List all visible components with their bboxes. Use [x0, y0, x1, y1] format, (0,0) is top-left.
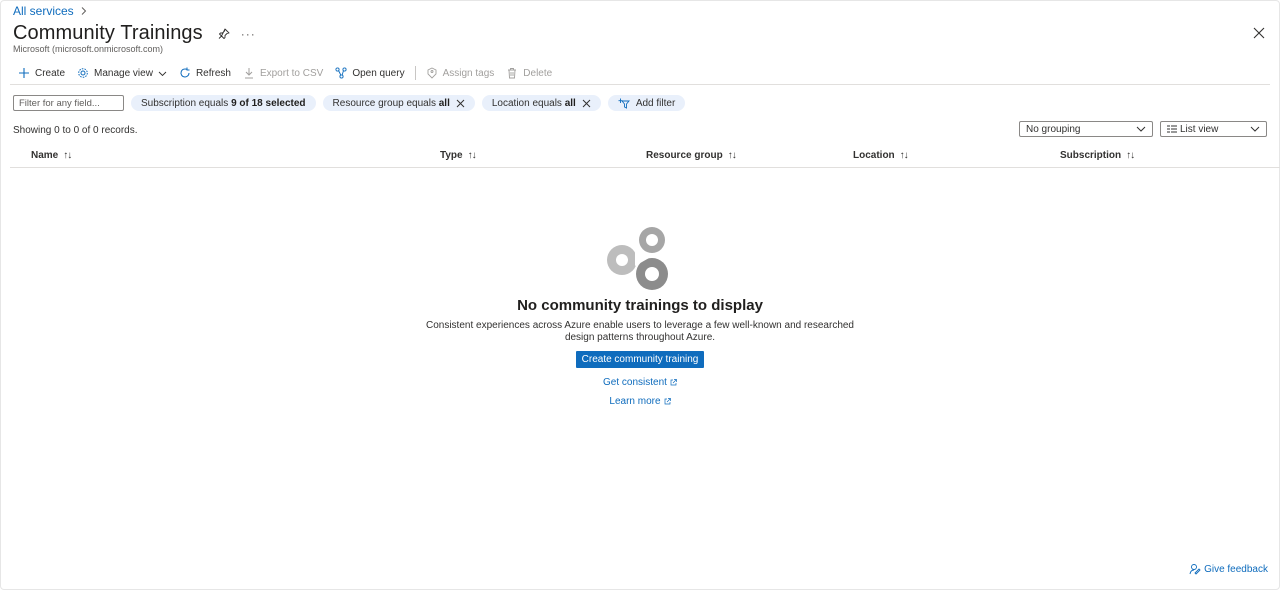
list-view-icon: [1167, 125, 1177, 133]
sort-icon: ↑↓: [467, 150, 477, 161]
grouping-value: No grouping: [1026, 123, 1081, 135]
community-training-icon: [607, 227, 668, 290]
location-filter-text: Location equals all: [491, 97, 576, 109]
remove-filter-icon[interactable]: [582, 99, 591, 108]
location-filter-pill[interactable]: Location equals all: [481, 95, 601, 111]
toolbar-divider: [414, 66, 416, 80]
create-community-training-button[interactable]: Create community training: [575, 351, 705, 368]
command-bar: Create Manage view Refresh Export to CSV…: [12, 62, 558, 84]
sort-icon: ↑↓: [1126, 150, 1135, 161]
query-icon: [335, 67, 347, 79]
chevron-down-icon: [1136, 126, 1146, 132]
delete-label: Delete: [523, 67, 553, 79]
refresh-button[interactable]: Refresh: [173, 62, 237, 84]
create-label: Create: [35, 67, 66, 79]
column-header-subscription[interactable]: Subscription ↑↓: [1060, 150, 1135, 161]
column-header-type[interactable]: Type ↑↓: [440, 150, 477, 161]
page-subtitle: Microsoft (microsoft.onmicrosoft.com): [13, 44, 164, 54]
gear-icon: [78, 68, 88, 78]
external-link-icon: [670, 379, 677, 386]
tag-icon: [427, 67, 437, 79]
subscription-filter-text: Subscription equals 9 of 18 selected: [141, 97, 306, 109]
feedback-icon: [1189, 564, 1201, 575]
chevron-right-icon: [81, 7, 86, 15]
sort-icon: ↑↓: [727, 150, 737, 161]
assign-tags-label: Assign tags: [442, 67, 495, 79]
plus-icon: [19, 68, 29, 78]
subscription-filter-pill[interactable]: Subscription equals 9 of 18 selected: [131, 95, 316, 111]
create-button[interactable]: Create: [12, 62, 71, 84]
chevron-down-icon: [158, 71, 167, 76]
column-label: Type: [440, 150, 463, 161]
breadcrumb-all-services[interactable]: All services: [13, 4, 74, 18]
column-header-name[interactable]: Name ↑↓: [31, 150, 72, 161]
view-dropdown[interactable]: List view: [1160, 121, 1267, 137]
get-consistent-link[interactable]: Get consistent: [0, 377, 1280, 388]
add-filter-icon: [618, 98, 630, 109]
remove-filter-icon[interactable]: [456, 99, 465, 108]
export-csv-label: Export to CSV: [259, 67, 324, 79]
manage-view-label: Manage view: [94, 67, 153, 79]
give-feedback-link[interactable]: Give feedback: [1189, 563, 1268, 575]
add-filter-label: Add filter: [635, 97, 676, 109]
filter-bar: Subscription equals 9 of 18 selected Res…: [13, 95, 686, 111]
assign-tags-button[interactable]: Assign tags: [420, 62, 501, 84]
download-icon: [244, 68, 253, 79]
breadcrumb: All services: [13, 4, 88, 18]
add-filter-button[interactable]: Add filter: [607, 95, 686, 111]
toolbar-divider-line: [10, 84, 1270, 85]
filter-input[interactable]: [13, 95, 124, 111]
open-query-label: Open query: [352, 67, 405, 79]
sort-icon: ↑↓: [899, 150, 909, 161]
column-header-location[interactable]: Location ↑↓: [853, 150, 909, 161]
column-label: Resource group: [646, 150, 723, 161]
learn-more-label: Learn more: [609, 396, 661, 407]
get-consistent-label: Get consistent: [603, 377, 667, 388]
column-label: Name: [31, 150, 59, 161]
learn-more-link[interactable]: Learn more: [0, 396, 1280, 407]
export-csv-button[interactable]: Export to CSV: [237, 62, 329, 84]
empty-state-title: No community trainings to display: [517, 297, 763, 314]
page-title: Community Trainings: [13, 22, 203, 44]
grouping-dropdown[interactable]: No grouping: [1019, 121, 1153, 137]
give-feedback-label: Give feedback: [1204, 563, 1268, 575]
manage-view-button[interactable]: Manage view: [71, 62, 173, 84]
view-value: List view: [1180, 123, 1219, 135]
resource-group-filter-pill[interactable]: Resource group equals all: [322, 95, 475, 111]
title-row: Community Trainings ···: [13, 22, 256, 45]
chevron-down-icon: [1250, 126, 1260, 132]
external-link-icon: [664, 398, 671, 405]
refresh-label: Refresh: [195, 67, 231, 79]
column-label: Subscription: [1060, 150, 1122, 161]
pin-icon[interactable]: [217, 27, 231, 41]
column-label: Location: [853, 150, 895, 161]
open-query-button[interactable]: Open query: [329, 62, 410, 84]
more-options-icon[interactable]: ···: [241, 27, 256, 41]
close-icon[interactable]: [1252, 26, 1266, 40]
empty-state-description: Consistent experiences across Azure enab…: [425, 320, 854, 343]
records-count: Showing 0 to 0 of 0 records.: [13, 125, 138, 136]
table-header: Name ↑↓ Type ↑↓ Resource group ↑↓ Locati…: [10, 146, 1280, 168]
refresh-icon: [180, 67, 190, 78]
empty-state: No community trainings to display Consis…: [0, 224, 1280, 407]
column-header-resource-group[interactable]: Resource group ↑↓: [646, 150, 737, 161]
resource-group-filter-text: Resource group equals all: [332, 97, 450, 109]
trash-icon: [508, 68, 517, 79]
delete-button[interactable]: Delete: [500, 62, 558, 84]
sort-icon: ↑↓: [63, 150, 72, 161]
